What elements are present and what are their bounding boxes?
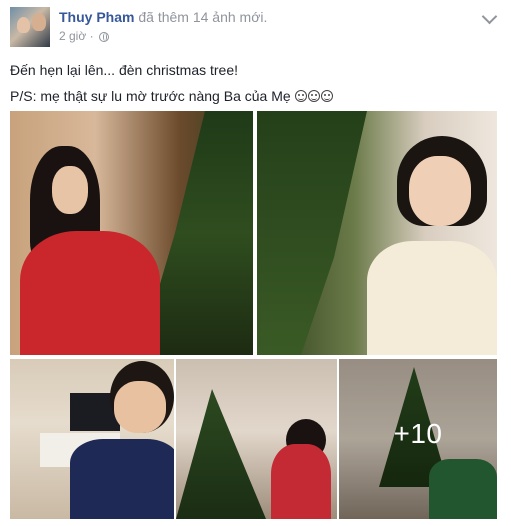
white-shirt — [367, 241, 497, 355]
red-dress — [271, 444, 331, 519]
more-photos-count[interactable]: +10 — [339, 417, 497, 451]
photo-girl-red-dress-tree[interactable] — [10, 111, 253, 355]
photo-girl-decorating-tree[interactable] — [176, 359, 337, 519]
avatar[interactable] — [10, 7, 50, 47]
smile-emoji-icon — [320, 90, 333, 102]
photo-boy-living-room[interactable] — [10, 359, 174, 519]
author-name-link[interactable]: Thuy Pham — [59, 9, 134, 25]
post-meta: 2 giờ · — [59, 28, 109, 44]
post-line-1: Đến hẹn lại lên... đèn christmas tree! — [10, 62, 239, 78]
post-header: Thuy Pham đã thêm 14 ảnh mới. 2 giờ · — [10, 7, 501, 47]
girl-face — [52, 166, 88, 214]
post-text: Đến hẹn lại lên... đèn christmas tree! P… — [10, 57, 334, 109]
post-line-2: P/S: mẹ thật sự lu mờ trước nàng Ba của … — [10, 83, 334, 109]
photo-girl-white-shirt-tree[interactable] — [257, 111, 497, 355]
post-title-line: Thuy Pham đã thêm 14 ảnh mới. — [59, 8, 267, 26]
post-timestamp-link[interactable]: 2 giờ — [59, 29, 86, 43]
red-dress — [20, 231, 160, 355]
christmas-tree — [257, 111, 367, 355]
girl-face — [409, 156, 471, 226]
globe-icon[interactable] — [98, 32, 109, 42]
photo-more-overlay[interactable]: +10 — [339, 359, 497, 519]
boy-face — [114, 381, 166, 433]
boy-shirt — [70, 439, 174, 519]
meta-separator: · — [89, 29, 94, 43]
smile-emoji-icon — [294, 90, 307, 102]
post-line-2-text: P/S: mẹ thật sự lu mờ trước nàng Ba của … — [10, 88, 291, 104]
smile-emoji-icon — [307, 90, 320, 102]
post-action-text: đã thêm 14 ảnh mới. — [138, 9, 268, 25]
christmas-tree — [176, 389, 266, 519]
chevron-down-icon[interactable] — [481, 8, 498, 25]
